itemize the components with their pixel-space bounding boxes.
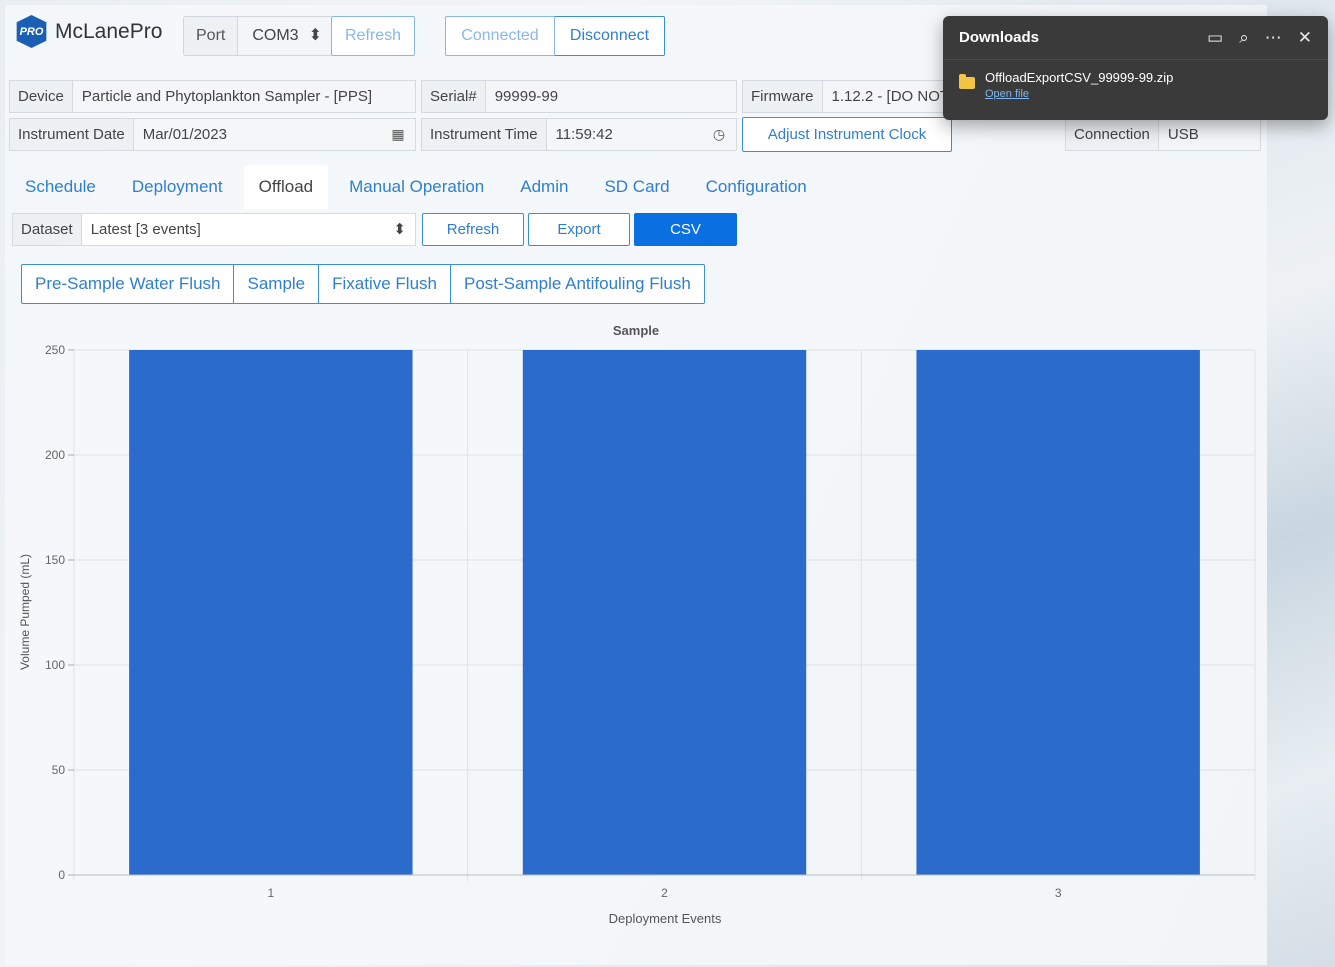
- tab-schedule[interactable]: Schedule: [10, 165, 111, 209]
- app-name: McLanePro: [55, 19, 163, 43]
- instrument-time-value: 11:59:42: [555, 126, 613, 143]
- background-strip: [1267, 0, 1335, 967]
- device-field: Device Particle and Phytoplankton Sample…: [9, 80, 416, 113]
- download-item[interactable]: OffloadExportCSV_99999-99.zip Open file: [943, 60, 1328, 110]
- tab-configuration[interactable]: Configuration: [691, 165, 822, 209]
- downloads-header: Downloads ▭ ⌕ ⋯ ✕: [943, 16, 1328, 60]
- volume-bar-chart: Sample Volume Pumped (mL) Deployment Eve…: [18, 323, 1256, 926]
- y-tick-label: 0: [58, 868, 65, 882]
- y-tick-label: 200: [45, 448, 65, 462]
- dataset-value-wrap[interactable]: Latest [3 events] ⬍: [81, 214, 415, 245]
- serial-value: 99999-99: [494, 88, 559, 105]
- x-tick-label: 1: [267, 886, 274, 900]
- y-tick-label: 100: [45, 658, 65, 672]
- port-selector: Port COM3 ⬍: [183, 16, 333, 56]
- close-icon[interactable]: ✕: [1298, 28, 1312, 48]
- downloads-title: Downloads: [959, 29, 1040, 46]
- serial-label: Serial#: [422, 81, 486, 112]
- instrument-date-label: Instrument Date: [10, 119, 134, 150]
- dataset-value: Latest [3 events]: [90, 221, 201, 238]
- chart-y-axis-label: Volume Pumped (mL): [18, 554, 32, 670]
- port-label: Port: [184, 17, 239, 55]
- bar-event-3[interactable]: [916, 350, 1200, 875]
- connected-button[interactable]: Connected: [445, 16, 555, 56]
- logo-mark-icon: PRO: [16, 15, 47, 48]
- instrument-time-label: Instrument Time: [422, 119, 547, 150]
- y-tick-label: 50: [52, 763, 66, 777]
- zip-folder-icon: [959, 74, 975, 89]
- port-select[interactable]: COM3 ⬍: [238, 17, 332, 55]
- dataset-label: Dataset: [13, 214, 82, 245]
- dataset-select[interactable]: Dataset Latest [3 events] ⬍: [12, 213, 416, 246]
- tab-post-sample-antifouling-flush[interactable]: Post-Sample Antifouling Flush: [451, 265, 704, 303]
- downloads-toolbar: ▭ ⌕ ⋯ ✕: [1207, 28, 1312, 48]
- download-file-name: OffloadExportCSV_99999-99.zip: [985, 70, 1174, 85]
- tab-offload[interactable]: Offload: [243, 165, 329, 209]
- select-arrows-icon: ⬍: [393, 221, 406, 238]
- bar-event-2[interactable]: [522, 350, 807, 875]
- connection-value: USB: [1167, 126, 1199, 143]
- chart-title: Sample: [613, 323, 659, 338]
- phase-tabs: Pre-Sample Water Flush Sample Fixative F…: [21, 264, 705, 304]
- disconnect-button[interactable]: Disconnect: [555, 16, 665, 56]
- instrument-date-field[interactable]: Instrument Date Mar/01/2023 ▦: [9, 118, 416, 151]
- open-file-link[interactable]: Open file: [985, 88, 1173, 100]
- connection-label: Connection: [1066, 119, 1159, 150]
- export-button[interactable]: Export: [528, 213, 630, 246]
- adjust-instrument-clock-button[interactable]: Adjust Instrument Clock: [742, 117, 952, 152]
- tab-sd-card[interactable]: SD Card: [589, 165, 684, 209]
- y-tick-label: 150: [45, 553, 65, 567]
- port-value: COM3: [252, 27, 299, 44]
- connection-toggle: Connected Disconnect: [445, 16, 665, 56]
- app-logo: PRO McLanePro: [15, 15, 162, 48]
- x-tick-label: 2: [661, 886, 668, 900]
- firmware-value: 1.12.2 - [DO NOT: [831, 88, 950, 105]
- tab-fixative-flush[interactable]: Fixative Flush: [319, 265, 451, 303]
- bar-event-1[interactable]: [129, 350, 413, 875]
- open-folder-icon[interactable]: ▭: [1207, 28, 1223, 48]
- tab-sample[interactable]: Sample: [234, 265, 320, 303]
- search-icon[interactable]: ⌕: [1239, 28, 1249, 48]
- serial-field: Serial# 99999-99: [421, 80, 737, 113]
- tab-manual-operation[interactable]: Manual Operation: [334, 165, 499, 209]
- select-arrows-icon: ⬍: [308, 27, 322, 44]
- csv-button[interactable]: CSV: [634, 213, 737, 246]
- main-tabs: Schedule Deployment Offload Manual Opera…: [10, 165, 828, 209]
- clock-icon[interactable]: ◷: [702, 119, 736, 150]
- y-tick-label: 250: [45, 343, 65, 357]
- downloads-panel: Downloads ▭ ⌕ ⋯ ✕ OffloadExportCSV_99999…: [943, 16, 1328, 120]
- firmware-label: Firmware: [743, 81, 823, 112]
- instrument-date-value: Mar/01/2023: [142, 126, 227, 143]
- tab-pre-sample-water-flush[interactable]: Pre-Sample Water Flush: [22, 265, 235, 303]
- tab-deployment[interactable]: Deployment: [117, 165, 238, 209]
- dataset-refresh-button[interactable]: Refresh: [422, 213, 524, 246]
- x-tick-label: 3: [1055, 886, 1062, 900]
- tab-admin[interactable]: Admin: [505, 165, 583, 209]
- chart-x-axis-label: Deployment Events: [609, 911, 722, 926]
- connection-field: Connection USB: [1065, 118, 1261, 151]
- firmware-field: Firmware 1.12.2 - [DO NOT: [742, 80, 952, 113]
- calendar-icon[interactable]: ▦: [381, 119, 415, 150]
- device-label: Device: [10, 81, 73, 112]
- instrument-time-field[interactable]: Instrument Time 11:59:42 ◷: [421, 118, 737, 151]
- refresh-ports-button[interactable]: Refresh: [331, 16, 415, 56]
- device-value: Particle and Phytoplankton Sampler - [PP…: [81, 88, 373, 105]
- more-options-icon[interactable]: ⋯: [1265, 28, 1282, 48]
